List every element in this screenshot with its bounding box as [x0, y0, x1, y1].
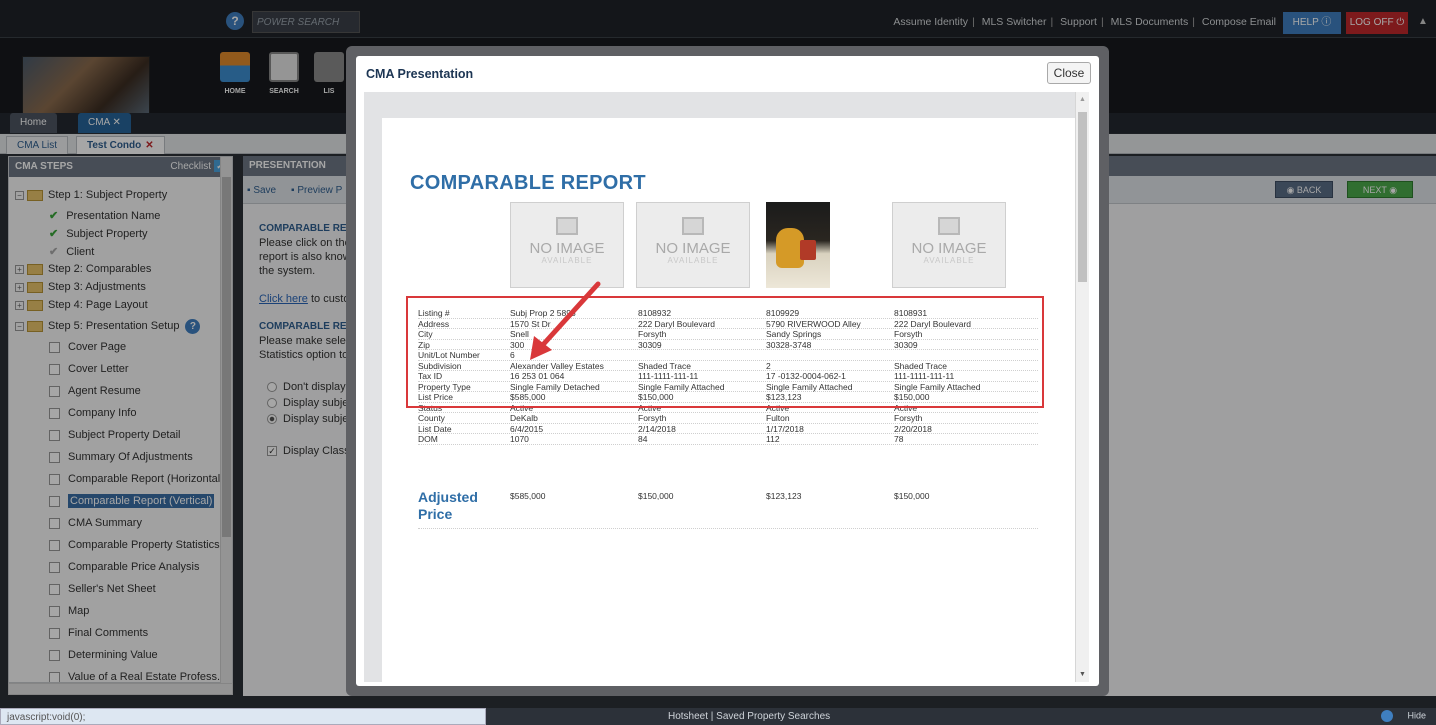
no-image-subtext: AVAILABLE	[541, 256, 593, 265]
row-label: County	[418, 413, 445, 423]
modal-title: CMA Presentation	[366, 67, 474, 81]
report-title: COMPARABLE REPORT	[410, 172, 646, 194]
no-image-subtext: AVAILABLE	[667, 256, 719, 265]
scroll-up-icon[interactable]: ▲	[1079, 96, 1086, 103]
cell-value: 1070	[510, 434, 529, 444]
cell-value: 2/20/2018	[894, 423, 932, 434]
cell-value: DeKalb	[510, 413, 538, 423]
no-image-placeholder: NO IMAGE AVAILABLE	[892, 202, 1006, 288]
no-image-placeholder: NO IMAGE AVAILABLE	[636, 202, 750, 288]
cell-value: 112	[766, 434, 780, 444]
adjusted-price-label: Adjusted Price	[418, 489, 478, 522]
status-url: javascript:void(0);	[0, 708, 486, 725]
scroll-thumb[interactable]	[1078, 112, 1087, 282]
cell-value: Forsyth	[638, 413, 667, 423]
adjusted-value: $150,000	[638, 491, 674, 501]
adjusted-value: $150,000	[894, 491, 930, 501]
adjusted-value: $123,123	[766, 491, 802, 501]
mug-figure	[800, 240, 816, 260]
annotation-arrow	[530, 281, 601, 360]
table-row: List Date 6/4/2015 2/14/2018 1/17/2018 2/20/…	[418, 423, 1038, 434]
gear-icon	[1381, 710, 1394, 722]
cell-value: 2/14/2018	[638, 423, 676, 434]
cell-value: 78	[894, 434, 904, 444]
table-row: DOM 1070 84 112 78	[418, 434, 1038, 445]
cell-value: 84	[638, 434, 648, 444]
close-button[interactable]: Close	[1047, 62, 1091, 84]
no-image-placeholder: NO IMAGE AVAILABLE	[510, 202, 624, 288]
cma-presentation-modal: CMA Presentation Close COMPARABLE REPORT…	[346, 46, 1109, 696]
report-page: COMPARABLE REPORT NO IMAGE AVAILABLE NO …	[382, 118, 1076, 682]
property-photo	[766, 202, 830, 288]
status-bar: javascript:void(0); Hotsheet | Saved Pro…	[0, 708, 1436, 725]
cell-value: Fulton	[766, 413, 790, 423]
modal-scrollbar[interactable]: ▲ ▼	[1075, 92, 1089, 682]
no-image-subtext: AVAILABLE	[923, 256, 975, 265]
cell-value: 6/4/2015	[510, 423, 544, 434]
cell-value: 1/17/2018	[766, 423, 804, 434]
no-image-text: NO IMAGE	[655, 240, 731, 257]
image-icon	[682, 217, 704, 235]
scroll-down-icon[interactable]: ▼	[1079, 671, 1086, 678]
adjusted-price-row: Adjusted Price $585,000 $150,000 $123,12…	[418, 489, 1038, 529]
status-links[interactable]: Hotsheet | Saved Property Searches	[668, 711, 830, 722]
app-window: ? POWER SEARCH Assume Identity | MLS Swit…	[0, 0, 1436, 725]
cell-value: Forsyth	[894, 413, 923, 423]
highlight-box	[406, 296, 1044, 408]
row-label: List Date	[418, 423, 452, 434]
image-icon	[938, 217, 960, 235]
document-viewer: COMPARABLE REPORT NO IMAGE AVAILABLE NO …	[364, 92, 1076, 682]
hide-toggle[interactable]: Hide	[1381, 710, 1426, 722]
image-icon	[556, 217, 578, 235]
row-label: DOM	[418, 434, 438, 444]
modal-body: CMA Presentation Close COMPARABLE REPORT…	[356, 56, 1099, 686]
table-row: County DeKalb Forsyth Fulton Forsyth	[418, 413, 1038, 424]
no-image-text: NO IMAGE	[529, 240, 605, 257]
adjusted-value: $585,000	[510, 491, 546, 501]
hide-label: Hide	[1407, 710, 1426, 721]
no-image-text: NO IMAGE	[911, 240, 987, 257]
